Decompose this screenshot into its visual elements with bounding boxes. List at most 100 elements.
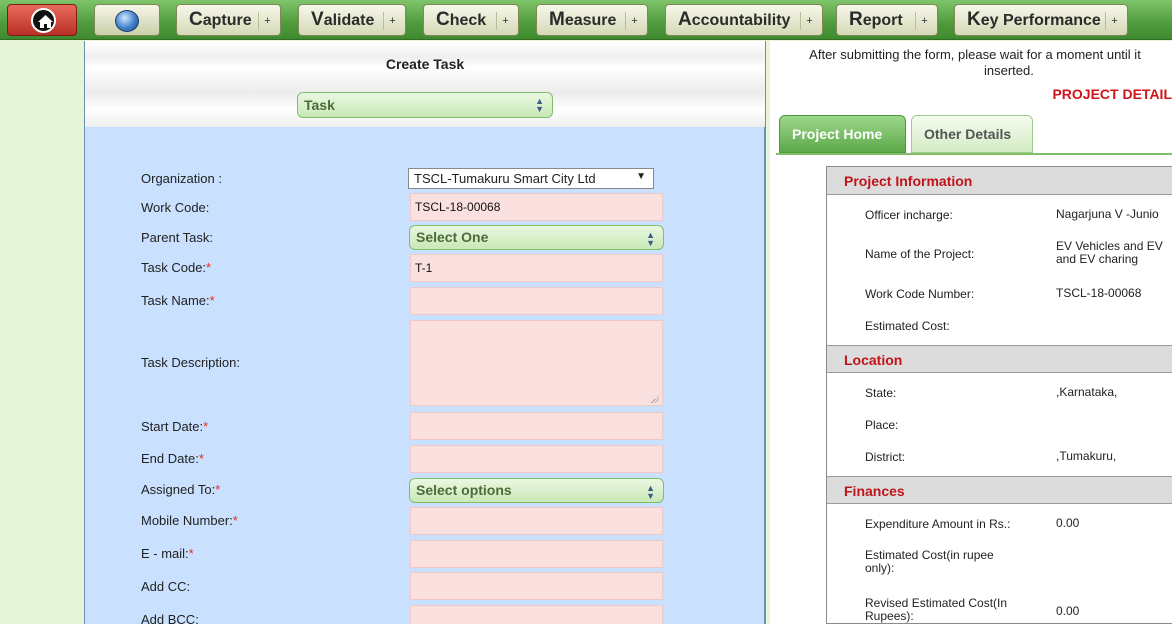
expand-icon[interactable]: + <box>383 12 401 30</box>
expand-icon[interactable]: + <box>625 12 643 30</box>
district-label: District: <box>865 450 905 464</box>
place-label: Place: <box>865 418 899 432</box>
location-section: State: ,Karnataka, Place: District: ,Tum… <box>827 373 1172 473</box>
email-field[interactable] <box>410 540 663 568</box>
form-header: Create Task Task ▲ ▼ <box>85 41 765 127</box>
expand-icon[interactable]: + <box>800 12 818 30</box>
tab-other-details[interactable]: Other Details <box>911 115 1033 153</box>
required-mark: * <box>188 546 194 561</box>
add-bcc-field[interactable] <box>410 605 663 624</box>
estimated-cost-rupee-label: Estimated Cost(in rupee <box>865 548 994 562</box>
assigned-to-value: Select options <box>416 482 512 498</box>
parent-task-value: Select One <box>416 229 489 245</box>
nav-label: heck <box>449 12 487 29</box>
expand-icon[interactable]: + <box>1105 12 1123 30</box>
work-code-number-value: TSCL-18-00068 <box>1056 286 1142 300</box>
create-task-panel: Create Task Task ▲ ▼ Organization : TSCL-… <box>84 41 766 624</box>
expand-icon[interactable]: + <box>496 12 514 30</box>
nav-label: alidate <box>323 12 375 29</box>
task-name-field[interactable] <box>410 287 663 315</box>
officer-incharge-value: Nagarjuna V -Junio <box>1056 207 1159 221</box>
start-date-field[interactable] <box>410 412 663 440</box>
required-mark: * <box>215 482 221 497</box>
left-margin <box>0 41 84 624</box>
district-value: ,Tumakuru, <box>1056 449 1117 463</box>
updown-arrow-icon: ▲ ▼ <box>535 96 544 114</box>
state-label: State: <box>865 386 897 400</box>
resize-handle-icon[interactable] <box>651 395 659 403</box>
task-code-field[interactable]: T-1 <box>410 254 663 282</box>
home-icon <box>31 8 56 33</box>
expand-icon[interactable]: + <box>915 12 933 30</box>
nav-label: apture <box>202 12 252 29</box>
project-info-box: Project Information Officer incharge: Na… <box>826 166 1172 624</box>
start-date-label-text: Start Date: <box>141 419 204 434</box>
organization-label: Organization : <box>141 171 222 186</box>
submit-notice: After submitting the form, please wait f… <box>770 47 1172 79</box>
required-mark: * <box>209 293 215 308</box>
expand-icon[interactable]: + <box>258 12 276 30</box>
expenditure-amount-label: Expenditure Amount in Rs.: <box>865 517 1011 531</box>
work-code-label: Work Code: <box>141 200 210 215</box>
notice-line: inserted. <box>984 63 1034 78</box>
organization-value: TSCL-Tumakuru Smart City Ltd <box>414 171 596 186</box>
officer-incharge-label: Officer incharge: <box>865 208 953 222</box>
organization-select[interactable]: TSCL-Tumakuru Smart City Ltd ▼ <box>408 168 654 189</box>
assigned-to-select[interactable]: Select options ▲ ▼ <box>409 478 664 503</box>
project-tabs: Project Home Other Details <box>776 115 1172 155</box>
nav-measure[interactable]: Measure + <box>536 4 648 36</box>
add-cc-field[interactable] <box>410 572 663 600</box>
updown-arrow-icon: ▲ ▼ <box>646 483 655 501</box>
revised-estimated-cost-label-cont: Rupees): <box>865 609 914 623</box>
notice-line: After submitting the form, please wait f… <box>809 47 1141 62</box>
globe-icon <box>115 10 139 32</box>
task-description-label: Task Description: <box>141 355 240 370</box>
assigned-to-label-text: Assigned To: <box>141 482 216 497</box>
globe-button[interactable] <box>94 4 160 36</box>
nav-label-initial: A <box>678 9 692 30</box>
nav-label-initial: V <box>311 9 324 30</box>
page-title: Create Task <box>385 56 465 72</box>
estimated-cost-label: Estimated Cost: <box>865 319 950 333</box>
top-nav-bar: Capture + Validate + Check + Measure + A… <box>0 0 1172 40</box>
task-description-textarea[interactable] <box>410 320 663 406</box>
assigned-to-label: Assigned To:* <box>141 482 220 497</box>
nav-validate[interactable]: Validate + <box>298 4 406 36</box>
nav-label: ccountability <box>691 12 791 29</box>
project-name-label: Name of the Project: <box>865 247 975 261</box>
task-name-label: Task Name:* <box>141 293 215 308</box>
nav-label-initial: K <box>967 9 981 30</box>
tab-project-home[interactable]: Project Home <box>779 115 906 153</box>
nav-check[interactable]: Check + <box>423 4 519 36</box>
required-mark: * <box>206 260 212 275</box>
nav-label-initial: R <box>849 9 863 30</box>
nav-key-performance[interactable]: Key Performance + <box>954 4 1128 36</box>
state-value: ,Karnataka, <box>1056 385 1118 399</box>
parent-task-label: Parent Task: <box>141 230 214 245</box>
nav-label-initial: C <box>436 9 450 30</box>
end-date-label: End Date:* <box>141 451 204 466</box>
project-detail-heading: PROJECT DETAIL <box>1052 86 1172 102</box>
nav-accountability[interactable]: Accountability + <box>665 4 823 36</box>
form-type-select[interactable]: Task ▲ ▼ <box>297 92 553 118</box>
end-date-label-text: End Date: <box>141 451 199 466</box>
task-name-label-text: Task Name: <box>141 293 210 308</box>
required-mark: * <box>232 513 238 528</box>
nav-report[interactable]: Report + <box>836 4 938 36</box>
home-button[interactable] <box>7 4 77 36</box>
required-mark: * <box>198 451 204 466</box>
mobile-number-field[interactable] <box>410 507 663 535</box>
estimated-cost-rupee-label-cont: only): <box>865 561 895 575</box>
end-date-field[interactable] <box>410 445 663 473</box>
nav-capture[interactable]: Capture + <box>176 4 281 36</box>
parent-task-select[interactable]: Select One ▲ ▼ <box>409 225 664 250</box>
work-code-field[interactable]: TSCL-18-00068 <box>410 193 663 221</box>
required-mark: * <box>203 419 209 434</box>
dropdown-arrow-icon: ▼ <box>636 171 646 182</box>
finances-section: Expenditure Amount in Rs.: 0.00 Estimate… <box>827 504 1172 624</box>
section-location: Location <box>827 345 1172 373</box>
project-detail-panel: After submitting the form, please wait f… <box>770 41 1172 624</box>
task-code-value: T-1 <box>415 261 433 275</box>
task-code-label: Task Code:* <box>141 260 211 275</box>
project-information-section: Officer incharge: Nagarjuna V -Junio Nam… <box>827 195 1172 345</box>
